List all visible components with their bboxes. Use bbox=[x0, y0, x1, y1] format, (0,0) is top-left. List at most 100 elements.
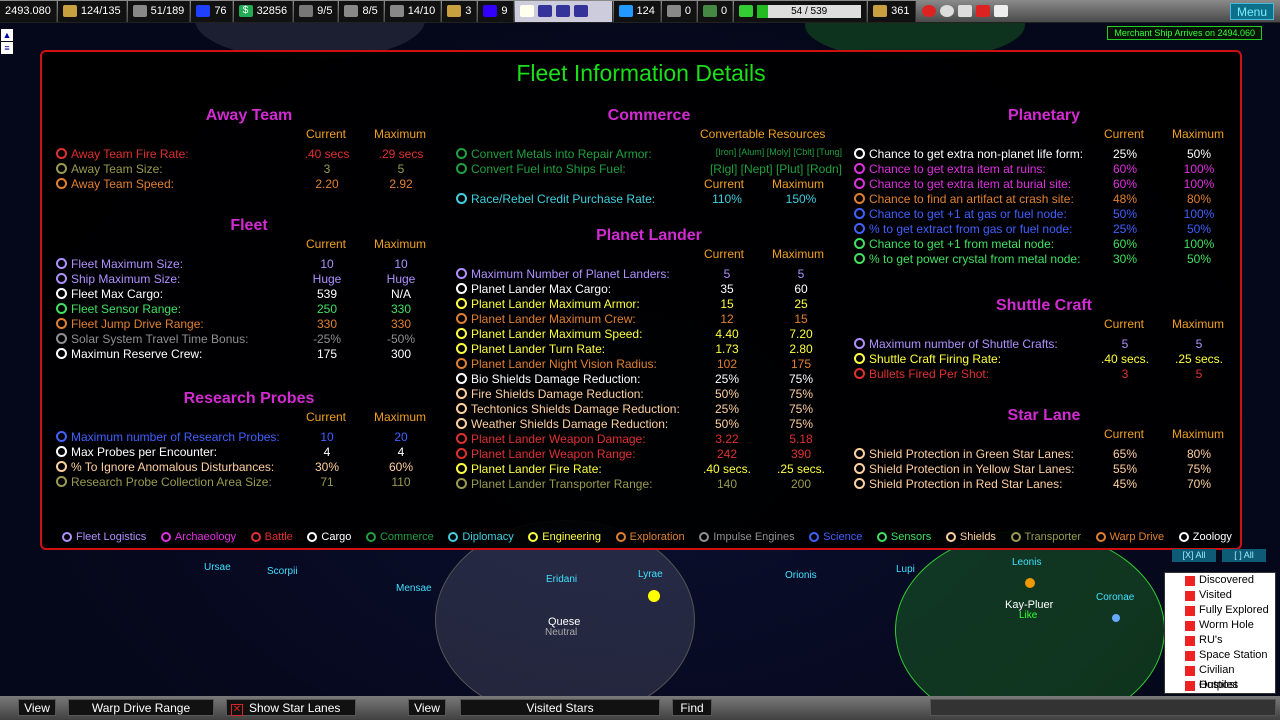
medical-counter[interactable]: 124 bbox=[614, 1, 661, 22]
scroll-up-icon[interactable]: ▲ bbox=[1, 29, 13, 41]
warp-range-dropdown[interactable]: Warp Drive Range bbox=[68, 699, 214, 716]
stat-label: Techtonics Shields Damage Reduction: bbox=[456, 402, 680, 416]
category-icon bbox=[854, 353, 865, 364]
category-icon bbox=[854, 208, 865, 219]
progress-fill bbox=[757, 5, 767, 18]
category-icon bbox=[56, 303, 67, 314]
stat-max: 100% bbox=[1164, 177, 1234, 191]
star-label-leonis[interactable]: Leonis bbox=[1012, 557, 1041, 568]
commerce-row: Convert Fuel into Ships Fuel:[Rigl] [Nep… bbox=[456, 162, 842, 177]
star-label-ursae[interactable]: Ursae bbox=[204, 562, 231, 573]
crew-counter[interactable]: 51/189 bbox=[128, 1, 191, 22]
star-label-mensae[interactable]: Mensae bbox=[396, 583, 432, 594]
stat-max: 5.18 bbox=[766, 432, 836, 446]
col-maximum: Maximum bbox=[374, 410, 426, 424]
star-dot[interactable] bbox=[1112, 614, 1120, 622]
help-icon[interactable] bbox=[922, 5, 936, 17]
stat-row: Fleet Sensor Range:250330 bbox=[56, 302, 442, 317]
map-key-item[interactable]: Worm Hole bbox=[1165, 618, 1275, 633]
stat-label: Planet Lander Maximum Crew: bbox=[456, 312, 636, 326]
shuttles-counter[interactable]: 14/10 bbox=[385, 1, 442, 22]
star-label-eridani[interactable]: Eridani bbox=[546, 574, 577, 585]
stat-label: Bullets Fired Per Shot: bbox=[854, 367, 989, 381]
star-label-scorpii[interactable]: Scorpii bbox=[267, 566, 298, 577]
stat-current: 2.20 bbox=[292, 177, 362, 191]
resource-r1[interactable]: 3 bbox=[442, 1, 477, 22]
gear-icon[interactable] bbox=[940, 5, 954, 17]
category-icon bbox=[854, 148, 865, 159]
map-key-item[interactable]: Discovered bbox=[1165, 573, 1275, 588]
stat-current: 25% bbox=[1090, 222, 1160, 236]
stat-current: .40 secs. bbox=[1090, 352, 1160, 366]
map-key-item[interactable]: RU's bbox=[1165, 633, 1275, 648]
visited-stars-dropdown[interactable]: Visited Stars bbox=[460, 699, 660, 716]
resource-r2[interactable]: 9 bbox=[478, 1, 513, 22]
stat-max: 50% bbox=[1164, 252, 1234, 266]
find-button[interactable]: Find bbox=[672, 699, 712, 716]
stat-max: 60% bbox=[366, 460, 436, 474]
grid-mode-icon[interactable] bbox=[538, 5, 552, 17]
shuttle-icon bbox=[390, 5, 404, 17]
col-current: Current bbox=[704, 177, 744, 191]
star-label-lupi[interactable]: Lupi bbox=[896, 564, 915, 575]
stat-current: 35 bbox=[692, 282, 762, 296]
stat-label: % to get extract from gas or fuel node: bbox=[854, 222, 1072, 236]
view-mode-buttons[interactable] bbox=[515, 1, 613, 22]
ship-slots[interactable] bbox=[930, 699, 1276, 716]
cargo-counter[interactable]: 124/135 bbox=[58, 1, 127, 22]
deselect-all-button[interactable]: [ ] All bbox=[1222, 549, 1266, 562]
credits-counter[interactable]: $32856 bbox=[234, 1, 294, 22]
stat-max: 100% bbox=[1164, 162, 1234, 176]
score-counter[interactable]: 361 bbox=[868, 1, 915, 22]
trade-mode-icon[interactable] bbox=[574, 5, 588, 17]
stat-row: Shield Protection in Red Star Lanes:45%7… bbox=[854, 477, 1234, 492]
map-key-item[interactable]: Visited bbox=[1165, 588, 1275, 603]
view-button-2[interactable]: View bbox=[408, 699, 446, 716]
landers-counter[interactable]: 8/5 bbox=[339, 1, 383, 22]
stat-label: Bio Shields Damage Reduction: bbox=[456, 372, 640, 386]
list-icon[interactable] bbox=[994, 5, 1008, 17]
map-key-item[interactable]: Space Station bbox=[1165, 648, 1275, 663]
galaxy-mode-icon[interactable] bbox=[556, 5, 570, 17]
stat-row: Shuttle Craft Firing Rate:.40 secs..25 s… bbox=[854, 352, 1234, 367]
stat-max: 7.20 bbox=[766, 327, 836, 341]
star-label-coronae[interactable]: Coronae bbox=[1096, 592, 1134, 603]
legend-icon bbox=[62, 532, 72, 542]
checkbox-icon[interactable]: ✕ bbox=[231, 704, 243, 716]
stat-current: 12 bbox=[692, 312, 762, 326]
category-icon bbox=[456, 433, 467, 444]
map-mode-icon[interactable] bbox=[520, 5, 534, 17]
show-star-lanes-toggle[interactable]: ✕Show Star Lanes bbox=[226, 699, 356, 716]
stat-row: Planet Lander Maximum Speed:4.407.20 bbox=[456, 327, 842, 342]
star-label-orionis[interactable]: Orionis bbox=[785, 570, 817, 581]
list-toggle-icon[interactable]: ≡ bbox=[1, 42, 13, 54]
gamepad-icon[interactable] bbox=[976, 5, 990, 17]
stat-label: Planet Lander Weapon Range: bbox=[456, 447, 636, 461]
stat-current: 25% bbox=[692, 402, 762, 416]
category-icon bbox=[456, 403, 467, 414]
stat-row: Maximun Reserve Crew:175300 bbox=[56, 347, 442, 362]
blue-resource-counter[interactable]: 76 bbox=[191, 1, 232, 22]
ships-counter[interactable]: 9/5 bbox=[294, 1, 338, 22]
star-dot[interactable] bbox=[1025, 578, 1035, 588]
speaker-icon[interactable] bbox=[958, 5, 972, 17]
star-label-lyrae[interactable]: Lyrae bbox=[638, 569, 663, 580]
stat-label: Away Team Size: bbox=[56, 162, 163, 176]
stat-max: .25 secs. bbox=[1164, 352, 1234, 366]
star-dot[interactable] bbox=[648, 590, 660, 602]
stat-row: Techtonics Shields Damage Reduction:25%7… bbox=[456, 402, 842, 417]
map-key-item[interactable]: Civilian Outpost bbox=[1165, 663, 1275, 678]
research-probes-section: Research Probes Current Maximum Maximum … bbox=[56, 390, 442, 408]
menu-button[interactable]: Menu bbox=[1230, 3, 1274, 20]
stat-max: 25 bbox=[766, 297, 836, 311]
counter-zero-1[interactable]: 0 bbox=[662, 1, 697, 22]
commerce-icon bbox=[456, 148, 467, 159]
view-button-1[interactable]: View bbox=[18, 699, 56, 716]
progress-counter[interactable]: 54 / 539 bbox=[734, 1, 867, 22]
map-key-item[interactable]: Hostiles bbox=[1165, 678, 1275, 693]
select-all-button[interactable]: [X] All bbox=[1172, 549, 1216, 562]
stat-max: 50% bbox=[1164, 222, 1234, 236]
stat-current: 330 bbox=[292, 317, 362, 331]
map-key-item[interactable]: Fully Explored bbox=[1165, 603, 1275, 618]
counter-zero-2[interactable]: 0 bbox=[698, 1, 733, 22]
